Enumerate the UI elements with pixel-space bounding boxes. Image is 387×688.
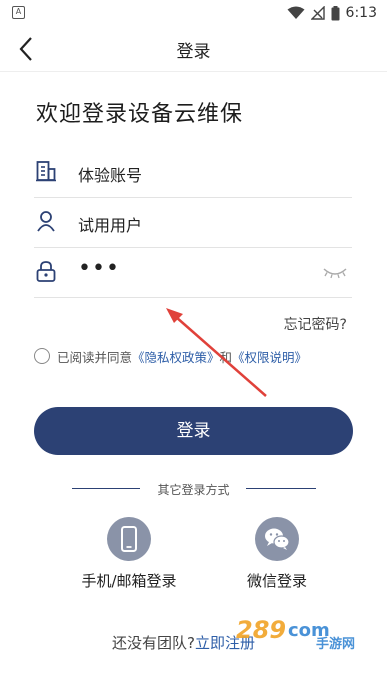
account-field[interactable]: 体验账号 bbox=[34, 148, 352, 198]
login-button[interactable]: 登录 bbox=[34, 407, 353, 455]
other-login-label: 其它登录方式 bbox=[157, 483, 230, 497]
lock-icon bbox=[36, 261, 56, 282]
status-time: 6:13 bbox=[345, 5, 377, 21]
agreement-checkbox[interactable] bbox=[34, 348, 50, 364]
wechat-login-button[interactable] bbox=[255, 517, 299, 561]
battery-icon bbox=[331, 5, 340, 20]
account-value: 体验账号 bbox=[78, 166, 143, 185]
status-right-group: 6:13 bbox=[287, 3, 377, 23]
status-bar: A 6:13 bbox=[0, 0, 387, 26]
register-prefix: 还没有团队? bbox=[112, 634, 195, 652]
eye-closed-icon[interactable] bbox=[322, 264, 348, 280]
username-field[interactable]: 试用用户 bbox=[34, 198, 352, 248]
building-icon bbox=[36, 161, 56, 182]
phone-login-button[interactable] bbox=[107, 517, 151, 561]
welcome-heading: 欢迎登录设备云维保 bbox=[36, 102, 244, 127]
username-value: 试用用户 bbox=[78, 216, 143, 235]
user-icon bbox=[37, 211, 55, 232]
no-signal-icon bbox=[310, 6, 325, 20]
wechat-icon bbox=[265, 528, 290, 550]
wechat-login-label[interactable]: 微信登录 bbox=[232, 570, 322, 591]
watermark-tagline: 手游网 bbox=[316, 636, 355, 650]
password-value: ••• bbox=[78, 256, 120, 281]
phone-icon bbox=[121, 526, 137, 552]
watermark-brand: 289 bbox=[236, 616, 286, 644]
nav-bar: 登录 bbox=[0, 26, 387, 72]
divider-right bbox=[246, 488, 316, 489]
app-notification-icon: A bbox=[12, 6, 25, 19]
agreement-and: 和 bbox=[219, 349, 233, 365]
phone-login-label[interactable]: 手机/邮箱登录 bbox=[74, 570, 184, 591]
forgot-password-link[interactable]: 忘记密码? bbox=[284, 314, 347, 334]
privacy-policy-link[interactable]: 《隐私权政策》 bbox=[132, 347, 220, 366]
watermark-logo: 289 com 手游网 bbox=[236, 616, 355, 650]
permission-notice-link[interactable]: 《权限说明》 bbox=[232, 347, 307, 366]
page-title: 登录 bbox=[176, 42, 211, 62]
wifi-icon bbox=[287, 6, 305, 19]
agreement-row: 已阅读并同意 《隐私权政策》 和 《权限说明》 bbox=[34, 346, 307, 366]
password-field[interactable]: ••• bbox=[34, 248, 352, 298]
agreement-prefix: 已阅读并同意 bbox=[57, 349, 133, 365]
